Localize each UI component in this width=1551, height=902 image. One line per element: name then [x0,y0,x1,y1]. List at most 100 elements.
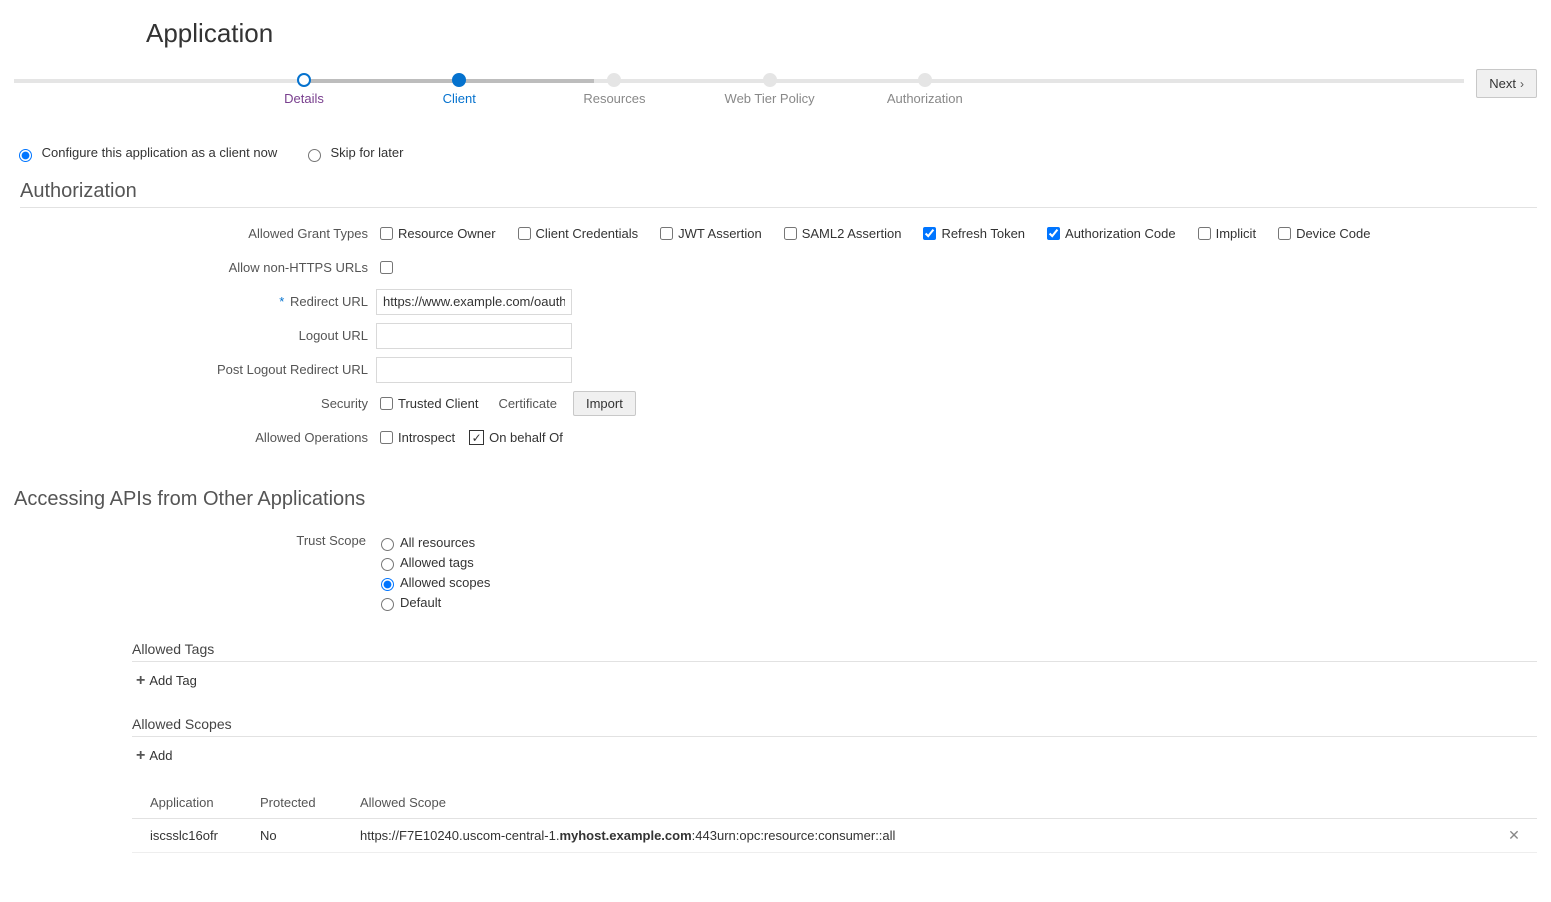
radio-trust-scope[interactable]: All resources [376,535,490,551]
train-stop-details[interactable]: Details [244,73,364,106]
radio-trust-scope-input[interactable] [381,538,394,551]
checkbox-label: Implicit [1216,226,1256,241]
delete-scope-button[interactable]: ✕ [1499,827,1529,844]
radio-label: Configure this application as a client n… [42,145,278,160]
train-label: Web Tier Policy [710,91,830,106]
col-header-application: Application [140,795,260,810]
label-allow-non-https: Allow non-HTTPS URLs [20,260,376,275]
radio-configure-now[interactable]: Configure this application as a client n… [14,145,281,160]
train-label: Details [244,91,364,106]
train-label: Resources [554,91,674,106]
input-post-logout-redirect-url[interactable] [376,357,572,383]
checkbox-label: JWT Assertion [678,226,762,241]
checkbox-label: On behalf Of [489,430,563,445]
radio-skip-later[interactable]: Skip for later [303,145,404,160]
trust-scope-group: All resources Allowed tags Allowed scopes D… [376,531,490,615]
scope-table-header: Application Protected Allowed Scope [132,787,1537,819]
plus-icon: + [136,672,145,690]
train-dot-icon [607,73,621,87]
checkbox-label: Device Code [1296,226,1370,241]
checkbox-trusted-client[interactable]: Trusted Client [376,394,478,413]
checkbox-grant-type[interactable]: Refresh Token [919,224,1025,243]
radio-skip-later-input[interactable] [308,149,321,162]
checkbox-label: Introspect [398,430,455,445]
close-icon: ✕ [1508,827,1520,843]
train-label: Client [399,91,519,106]
radio-trust-scope-input[interactable] [381,558,394,571]
add-link-label: Add [149,748,172,763]
page-title: Application [146,18,1537,49]
radio-trust-scope[interactable]: Allowed tags [376,555,490,571]
import-certificate-button[interactable]: Import [573,391,636,416]
checkbox-grant-type[interactable]: SAML2 Assertion [780,224,902,243]
radio-label: Allowed scopes [400,575,490,590]
train-stop-resources[interactable]: Resources [554,73,674,106]
cell-application: iscsslc16ofr [140,828,260,843]
checkbox-grant-type-input[interactable] [784,227,797,240]
grant-types-group: Resource Owner Client Credentials JWT Asse… [376,224,1371,243]
radio-trust-scope[interactable]: Default [376,595,490,611]
train-dot-icon [297,73,311,87]
checkbox-on-behalf-of[interactable]: ✓ On behalf Of [469,430,563,445]
radio-label: Allowed tags [400,555,474,570]
section-title-accessing-apis: Accessing APIs from Other Applications [14,488,1537,511]
cell-protected: No [260,828,360,843]
radio-trust-scope[interactable]: Allowed scopes [376,575,490,591]
section-divider [132,736,1537,737]
input-redirect-url[interactable] [376,289,572,315]
checkbox-grant-type-input[interactable] [1198,227,1211,240]
checkbox-label: Trusted Client [398,396,478,411]
radio-trust-scope-input[interactable] [381,598,394,611]
input-logout-url[interactable] [376,323,572,349]
train-dot-icon [918,73,932,87]
checkbox-grant-type[interactable]: Device Code [1274,224,1370,243]
label-certificate: Certificate [498,396,557,411]
checkbox-allow-non-https[interactable] [380,261,393,274]
train-stop-authorization[interactable]: Authorization [865,73,985,106]
train-stop-client[interactable]: Client [399,73,519,106]
col-header-protected: Protected [260,795,360,810]
section-title-authorization: Authorization [20,180,1537,203]
checkbox-grant-type-input[interactable] [1278,227,1291,240]
radio-configure-now-input[interactable] [19,149,32,162]
add-scope-button[interactable]: + Add [136,747,172,765]
next-button[interactable]: Next› [1476,69,1537,98]
checkbox-grant-type[interactable]: Implicit [1194,224,1256,243]
sub-title-allowed-tags: Allowed Tags [132,641,1537,657]
checkbox-label: Authorization Code [1065,226,1176,241]
radio-label: All resources [400,535,475,550]
checkbox-label: Resource Owner [398,226,496,241]
sub-title-allowed-scopes: Allowed Scopes [132,716,1537,732]
checkbox-grant-type-input[interactable] [1047,227,1060,240]
train-dot-icon [452,73,466,87]
checkbox-grant-type-input[interactable] [518,227,531,240]
scope-table-row: iscsslc16ofr No https://F7E10240.uscom-c… [132,819,1537,853]
checkbox-grant-type-input[interactable] [923,227,936,240]
wizard-train: Details Client Resources Web Tier Policy… [14,73,1464,121]
checkbox-grant-type-input[interactable] [660,227,673,240]
add-tag-button[interactable]: + Add Tag [136,672,197,690]
label-logout-url: Logout URL [20,328,376,343]
radio-label: Skip for later [330,145,403,160]
checkbox-grant-type-input[interactable] [380,227,393,240]
plus-icon: + [136,747,145,765]
checkbox-grant-type[interactable]: Resource Owner [376,224,496,243]
radio-trust-scope-input[interactable] [381,578,394,591]
col-header-allowed-scope: Allowed Scope [360,795,1499,810]
chevron-right-icon: › [1520,77,1524,91]
checkbox-label: Refresh Token [941,226,1025,241]
checkbox-introspect[interactable]: Introspect [376,428,455,447]
label-trust-scope: Trust Scope [20,531,376,615]
checkbox-grant-type[interactable]: Authorization Code [1043,224,1176,243]
checkbox-trusted-client-input[interactable] [380,397,393,410]
add-link-label: Add Tag [149,673,196,688]
label-redirect-url: * Redirect URL [20,294,376,309]
checkbox-introspect-input[interactable] [380,431,393,444]
train-stop-web-tier-policy[interactable]: Web Tier Policy [710,73,830,106]
section-divider [132,661,1537,662]
train-label: Authorization [865,91,985,106]
label-allowed-grant-types: Allowed Grant Types [20,226,376,241]
checkbox-grant-type[interactable]: Client Credentials [514,224,639,243]
section-divider [20,207,1537,208]
checkbox-grant-type[interactable]: JWT Assertion [656,224,762,243]
